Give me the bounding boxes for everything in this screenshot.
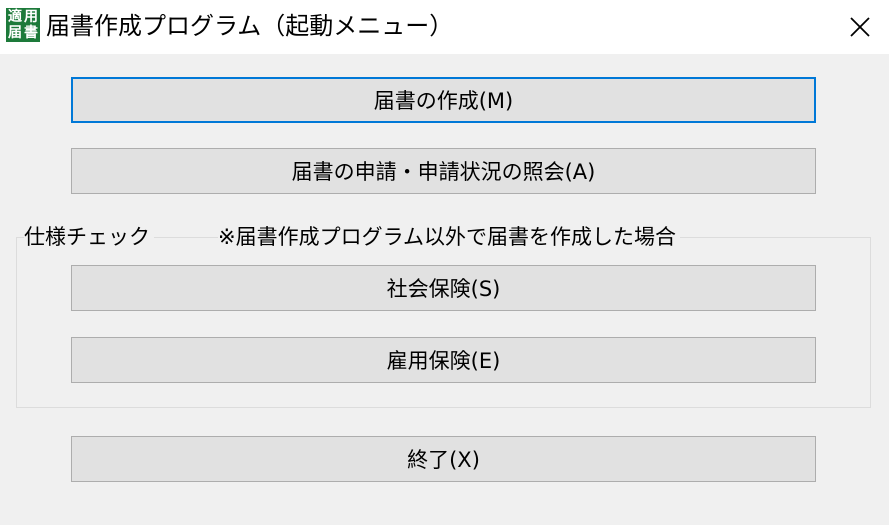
app-icon-char-1: 適 — [8, 9, 22, 25]
exit-button[interactable]: 終了(X) — [71, 436, 816, 482]
create-notification-button[interactable]: 届書の作成(M) — [71, 77, 816, 123]
spec-check-note: ※届書作成プログラム以外で届書を作成した場合 — [218, 222, 680, 252]
app-icon: 適 用 届 書 — [6, 8, 40, 42]
employment-insurance-button[interactable]: 雇用保険(E) — [71, 337, 816, 383]
apply-status-button[interactable]: 届書の申請・申請状況の照会(A) — [71, 148, 816, 194]
close-button[interactable] — [831, 0, 889, 54]
social-insurance-button[interactable]: 社会保険(S) — [71, 265, 816, 311]
app-icon-char-2: 用 — [24, 9, 38, 25]
spec-check-label: 仕様チェック — [24, 222, 154, 252]
window-title: 届書作成プログラム（起動メニュー） — [46, 12, 454, 40]
app-icon-char-4: 書 — [24, 25, 38, 41]
title-bar: 適 用 届 書 届書作成プログラム（起動メニュー） — [0, 0, 889, 54]
close-icon — [850, 17, 870, 37]
app-window: 適 用 届 書 届書作成プログラム（起動メニュー） 届書の作成(M) 届書の申請… — [0, 0, 889, 525]
app-icon-char-3: 届 — [8, 25, 22, 41]
